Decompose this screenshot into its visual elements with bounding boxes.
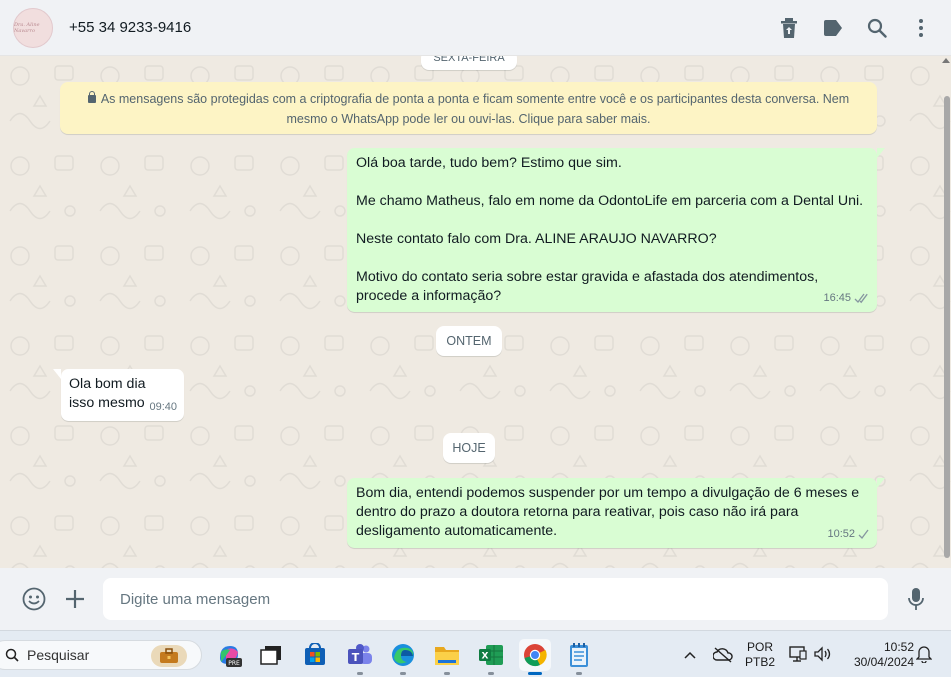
running-indicator	[528, 672, 542, 675]
message-time: 16:45	[823, 292, 851, 304]
message-time: 10:52	[827, 528, 855, 540]
running-indicator	[400, 672, 406, 675]
scroll-thumb[interactable]	[944, 96, 950, 558]
file-explorer-icon[interactable]	[431, 639, 463, 675]
taskbar-search[interactable]: Pesquisar	[0, 640, 202, 670]
system-tray	[680, 631, 736, 677]
chat-scrollbar[interactable]	[942, 56, 950, 568]
message-meta: 09:40	[149, 398, 177, 417]
single-check-icon	[858, 529, 869, 539]
running-indicator	[488, 672, 494, 675]
message-bubble-incoming[interactable]: Ola bom dia isso mesmo 09:40	[53, 369, 184, 421]
lang-primary: POR	[746, 640, 773, 654]
message-bubble-outgoing[interactable]: Bom dia, entendi podemos suspender por u…	[347, 478, 885, 548]
contact-name[interactable]: +55 34 9233-9416	[69, 19, 191, 36]
more-options-icon[interactable]	[911, 18, 931, 38]
date-chip: ONTEM	[436, 326, 502, 356]
avatar-logo-text: Dra. Aline Navarro	[14, 21, 40, 34]
message-list[interactable]: SEXTA-FEIRA As mensagens são protegidas …	[0, 56, 951, 568]
excel-icon[interactable]: X	[475, 639, 507, 675]
onedrive-offline-icon[interactable]	[710, 645, 736, 665]
message-bubble-outgoing[interactable]: Olá boa tarde, tudo bem? Estimo que sim.…	[347, 148, 885, 312]
edge-icon[interactable]	[387, 639, 419, 675]
chat-header: Dra. Aline Navarro +55 34 9233-9416	[0, 0, 951, 56]
header-actions	[779, 0, 931, 56]
volume-icon[interactable]	[813, 645, 833, 665]
microsoft-store-icon[interactable]	[299, 639, 331, 671]
svg-text:X: X	[482, 652, 489, 662]
bubble-tail	[53, 369, 61, 379]
bubble-tail	[877, 478, 885, 488]
briefcase-icon	[151, 645, 187, 667]
message-meta: 16:45	[823, 289, 870, 308]
svg-text:PRE: PRE	[228, 660, 240, 667]
emoji-icon[interactable]	[21, 586, 47, 612]
message-text: Olá boa tarde, tudo bem? Estimo que sim.…	[356, 155, 864, 304]
message-composer	[0, 568, 951, 630]
search-icon	[5, 648, 19, 662]
search-label: Pesquisar	[27, 647, 90, 663]
running-indicator	[576, 672, 582, 675]
scroll-up-arrow-icon[interactable]	[942, 58, 950, 63]
double-check-icon	[854, 293, 868, 304]
encryption-notice[interactable]: As mensagens são protegidas com a cripto…	[60, 82, 877, 134]
clock-date: 30/04/2024	[853, 655, 914, 669]
message-time: 09:40	[149, 401, 177, 413]
svg-text:T: T	[352, 651, 360, 664]
lang-layout: PTB2	[744, 655, 775, 669]
label-icon[interactable]	[823, 18, 843, 38]
encryption-text: As mensagens são protegidas com a cripto…	[100, 92, 850, 126]
lock-icon	[87, 91, 96, 103]
attach-plus-icon[interactable]	[62, 586, 88, 612]
task-view-icon[interactable]	[255, 639, 287, 671]
copilot-app-icon[interactable]: PRE	[213, 639, 245, 671]
message-text: Bom dia, entendi podemos suspender por u…	[356, 485, 864, 539]
date-chip: HOJE	[443, 433, 495, 463]
message-meta: 10:52	[827, 525, 870, 544]
notification-bell-icon[interactable]	[915, 645, 934, 665]
date-chip: SEXTA-FEIRA	[421, 56, 517, 70]
chevron-up-icon[interactable]	[680, 645, 700, 665]
search-icon[interactable]	[867, 18, 887, 38]
clock-time: 10:52	[883, 640, 914, 654]
archive-icon[interactable]	[779, 18, 799, 38]
windows-taskbar: Pesquisar PRE T X POR PTB2 10:52 30/04/2…	[0, 630, 951, 677]
network-icon[interactable]	[788, 645, 808, 665]
message-input[interactable]	[103, 578, 888, 620]
taskbar-clock[interactable]: 10:52 30/04/2024	[842, 640, 914, 670]
chrome-icon[interactable]	[519, 639, 551, 675]
running-indicator	[444, 672, 450, 675]
notepad-icon[interactable]	[563, 639, 595, 675]
running-indicator	[357, 672, 363, 675]
contact-avatar[interactable]: Dra. Aline Navarro	[13, 7, 53, 48]
teams-icon[interactable]: T	[344, 639, 376, 675]
keyboard-language[interactable]: POR PTB2	[744, 640, 776, 670]
bubble-tail	[877, 148, 885, 158]
microphone-icon[interactable]	[903, 586, 929, 612]
